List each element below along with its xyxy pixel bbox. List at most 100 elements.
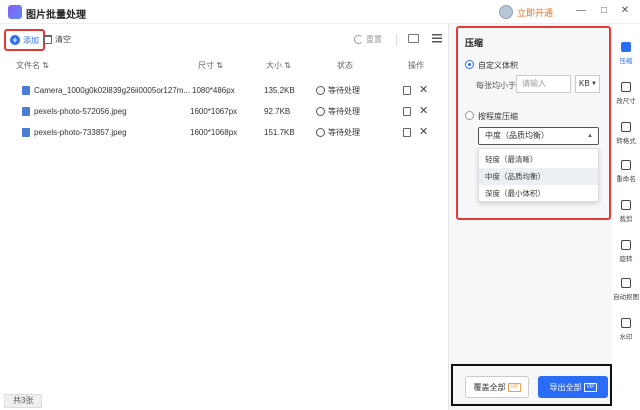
remove-row-icon[interactable]: ✕ (419, 83, 428, 96)
tab-watermark[interactable]: 水印 (612, 318, 640, 341)
unit-value: KB (579, 79, 590, 88)
export-all-label: 导出全部 (549, 382, 582, 392)
header-filename[interactable]: 文件名 ⇅ (16, 60, 49, 71)
reset-button-label: 重置 (366, 35, 382, 44)
close-window-button[interactable]: ✕ (618, 4, 632, 18)
file-name: Camera_1000g0k02l839g26ii0005or127m... (34, 86, 190, 95)
tab-convert[interactable]: 转格式 (612, 122, 640, 145)
app-title: 图片批量处理 (26, 10, 86, 21)
vip-badge: VIP (584, 382, 597, 392)
file-size: 92.7KB (264, 107, 291, 116)
tab-label: 水印 (619, 334, 633, 341)
file-name: pexels-photo-733857.jpeg (34, 128, 127, 137)
clear-button[interactable]: 清空 (44, 34, 71, 45)
file-name: pexels-photo-572056.jpeg (34, 107, 127, 116)
tab-label: 改尺寸 (616, 98, 636, 105)
tab-label: 转格式 (616, 138, 636, 145)
title-bar: 图片批量处理 立即开通 — □ ✕ (0, 0, 640, 24)
trash-icon (44, 35, 52, 44)
image-file-icon (22, 107, 30, 116)
tab-resize[interactable]: 改尺寸 (612, 82, 640, 105)
image-file-icon (22, 128, 30, 137)
edit-icon[interactable] (403, 86, 411, 95)
list-view-icon[interactable] (432, 34, 442, 44)
status-text: 等待处理 (328, 128, 360, 137)
watermark-icon (621, 318, 631, 328)
remove-row-icon[interactable]: ✕ (419, 104, 428, 117)
reset-button[interactable]: 重置 (354, 34, 382, 45)
tab-compress[interactable]: 压缩 (612, 42, 640, 65)
remove-row-icon[interactable]: ✕ (419, 125, 428, 138)
compress-icon (621, 42, 631, 52)
tab-label: 重命名 (616, 176, 636, 183)
header-dimensions[interactable]: 尺寸 ⇅ (198, 60, 223, 71)
clock-icon (316, 107, 325, 116)
resize-icon (621, 82, 631, 92)
chevron-up-icon: ▲ (587, 133, 593, 139)
level-radio[interactable] (465, 111, 474, 120)
clock-icon (316, 128, 325, 137)
image-view-icon[interactable] (408, 34, 419, 43)
tab-label: 旋转 (619, 256, 633, 263)
level-label[interactable]: 按程度压缩 (478, 111, 518, 122)
crop-icon (621, 200, 631, 210)
level-dropdown: 轻度（最清晰） 中度（品质均衡） 深度（最小体积） (478, 148, 599, 202)
status-text: 等待处理 (328, 86, 360, 95)
file-dimensions: 1600*1067px (190, 107, 238, 116)
file-count: 共3张 (4, 394, 43, 408)
unit-select[interactable]: KB ▼ (575, 75, 600, 93)
size-input[interactable]: 请输入 (516, 75, 571, 93)
minimize-button[interactable]: — (574, 4, 588, 18)
level-select[interactable]: 中度（品质均衡） ▲ (478, 127, 599, 145)
file-status: 等待处理 (316, 127, 360, 138)
plus-icon: + (10, 35, 20, 45)
vip-badge: VIP (508, 382, 521, 392)
cutout-icon (621, 278, 631, 288)
export-all-button[interactable]: 导出全部 VIP (538, 376, 608, 398)
add-button[interactable]: + 添加 (4, 29, 45, 51)
function-rail: 压缩 改尺寸 转格式 重命名 裁剪 旋转 自动抠图 水印 (612, 24, 640, 410)
rotate-icon (621, 240, 631, 250)
level-option[interactable]: 深度（最小体积） (479, 185, 598, 202)
add-button-label: 添加 (23, 35, 39, 45)
app-logo-icon (8, 5, 22, 19)
tab-cutout[interactable]: 自动抠图 (612, 278, 640, 301)
avatar[interactable] (499, 5, 513, 19)
table-row[interactable]: pexels-photo-733857.jpeg 1600*1068px 151… (0, 122, 448, 143)
tab-rename[interactable]: 重命名 (612, 160, 640, 183)
tab-rotate[interactable]: 旋转 (612, 240, 640, 263)
header-status: 状态 (337, 61, 353, 70)
tab-label: 自动抠图 (613, 294, 639, 301)
tab-label: 裁剪 (619, 216, 633, 223)
image-file-icon (22, 86, 30, 95)
header-size[interactable]: 大小 ⇅ (266, 60, 291, 71)
edit-icon[interactable] (403, 128, 411, 137)
level-select-value: 中度（品质均衡） (485, 131, 549, 140)
level-option[interactable]: 轻度（最清晰） (479, 151, 598, 168)
custom-size-radio[interactable] (465, 60, 474, 69)
file-status: 等待处理 (316, 85, 360, 96)
clock-icon (316, 86, 325, 95)
file-size: 135.2KB (264, 86, 295, 95)
table-row[interactable]: Camera_1000g0k02l839g26ii0005or127m... 1… (0, 80, 448, 101)
toolbar-divider (396, 34, 397, 46)
refresh-icon (354, 35, 363, 44)
custom-size-label[interactable]: 自定义体积 (478, 60, 518, 71)
rename-icon (621, 160, 631, 170)
toolbar: + 添加 清空 重置 (0, 24, 448, 56)
overwrite-all-button[interactable]: 覆盖全部 VIP (465, 376, 529, 398)
clear-button-label: 清空 (55, 35, 71, 44)
open-vip-link[interactable]: 立即开通 (517, 6, 553, 19)
table-row[interactable]: pexels-photo-572056.jpeg 1600*1067px 92.… (0, 101, 448, 122)
tab-crop[interactable]: 裁剪 (612, 200, 640, 223)
file-size: 151.7KB (264, 128, 295, 137)
size-limit-label: 每张均小于 (476, 81, 516, 90)
tab-label: 压缩 (619, 58, 633, 65)
panel-title: 压缩 (465, 38, 484, 48)
file-dimensions: 1600*1068px (190, 128, 238, 137)
maximize-button[interactable]: □ (597, 4, 611, 18)
level-option[interactable]: 中度（品质均衡） (479, 168, 598, 185)
status-text: 等待处理 (328, 107, 360, 116)
edit-icon[interactable] (403, 107, 411, 116)
convert-format-icon (621, 122, 631, 132)
